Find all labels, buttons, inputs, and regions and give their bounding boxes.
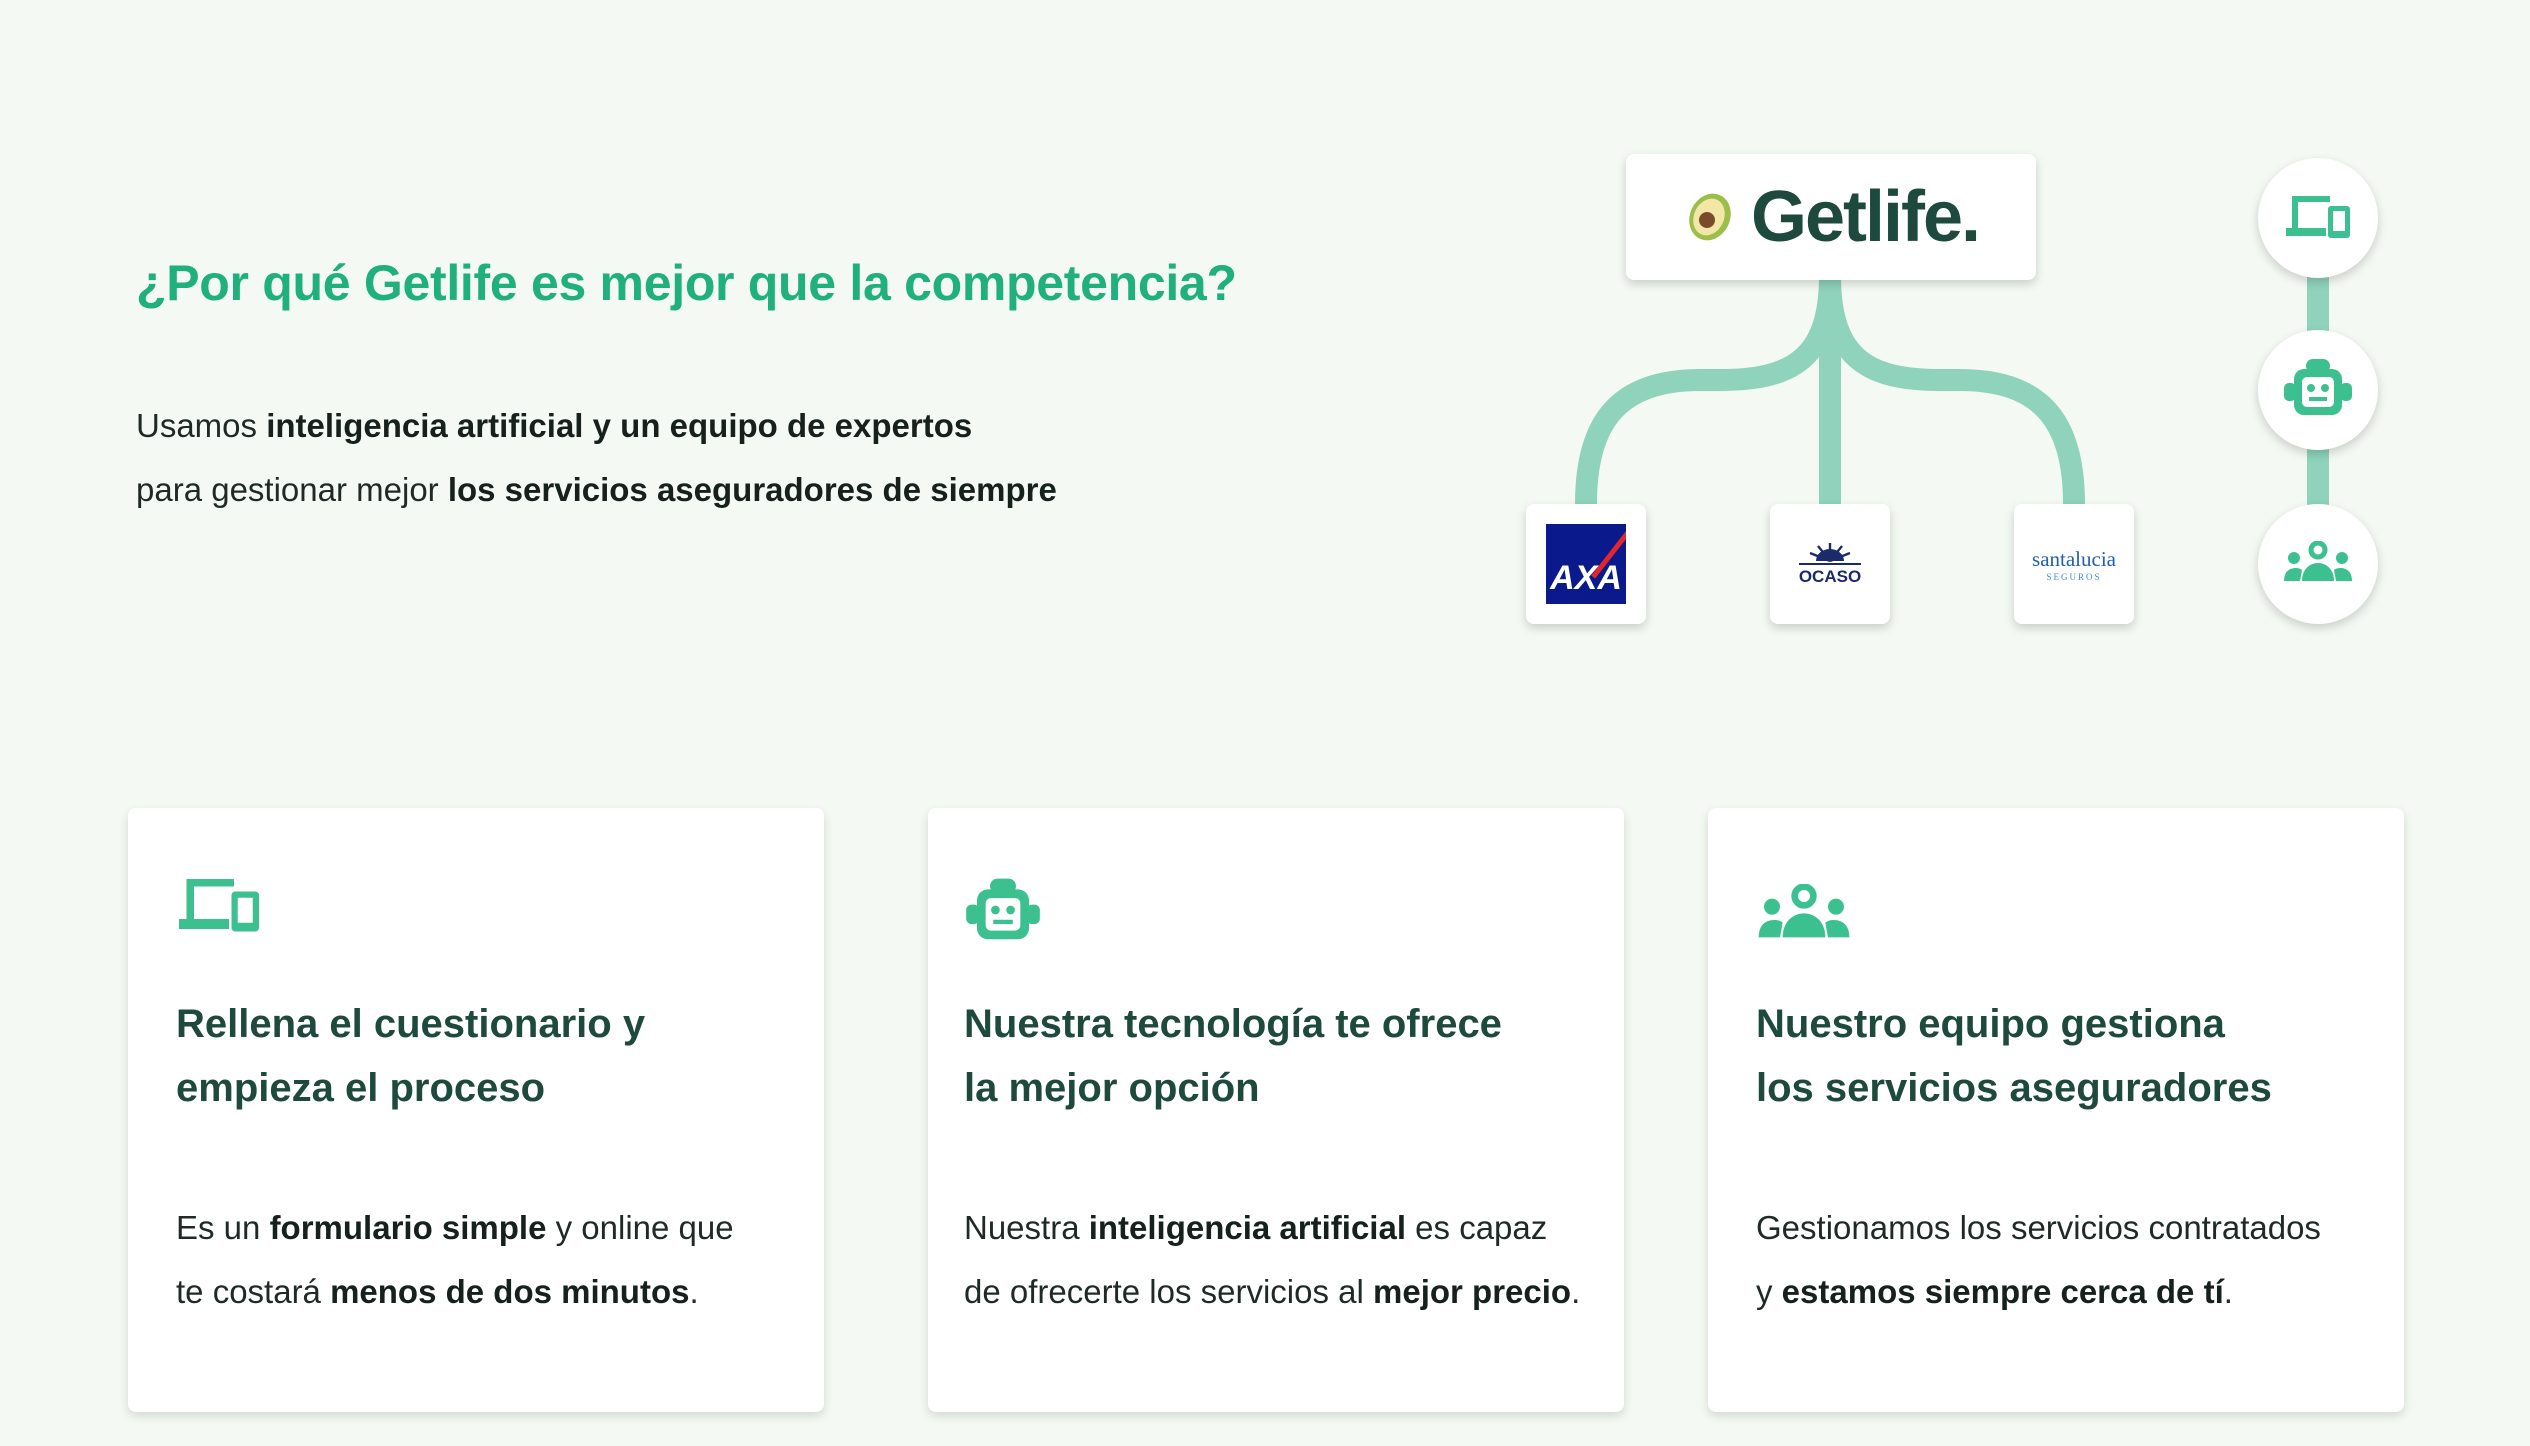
connector-santalucia (1819, 275, 2085, 505)
card-title: Rellena el cuestionario y empieza el pro… (176, 1002, 646, 1110)
axa-logo: AXA (1546, 524, 1626, 604)
card-title: Nuestra tecnología te ofrece la mejor op… (964, 1002, 1502, 1110)
team-icon (1756, 883, 1852, 945)
robot-icon (964, 876, 1042, 949)
connector-axa (1575, 275, 1841, 505)
ocaso-logo: OCASO (1798, 541, 1862, 587)
getlife-logo: Getlife. (1626, 154, 2036, 280)
feature-card-questionnaire: Rellena el cuestionario y empieza el pro… (128, 808, 824, 1412)
card-title: Nuestro equipo gestiona los servicios as… (1756, 1002, 2272, 1110)
connector-lines (1575, 270, 2329, 520)
page: ¿Por qué Getlife es mejor que la compete… (0, 0, 2530, 1446)
feature-card-team: Nuestro equipo gestiona los servicios as… (1708, 808, 2404, 1412)
feature-card-technology: Nuestra tecnología te ofrece la mejor op… (928, 808, 1624, 1412)
insurer-axa: AXA (1526, 504, 1646, 624)
step-robot (2258, 330, 2378, 450)
card-description: Nuestra inteligencia artificial es capaz… (964, 1209, 1581, 1310)
insurer-santalucia: santalucia SEGUROS (2014, 504, 2134, 624)
robot-icon (2282, 357, 2354, 424)
card-description: Es un formulario simple y online que te … (176, 1209, 734, 1310)
insurer-ocaso: OCASO (1770, 504, 1890, 624)
comparison-diagram: Getlife. AXA OCASO santalucia SEGUROS (0, 0, 2530, 700)
step-devices (2258, 158, 2378, 278)
sun-icon (1809, 543, 1851, 563)
devices-icon (176, 874, 262, 939)
brand-name: Getlife. (1750, 177, 1981, 257)
team-icon (2282, 540, 2354, 588)
devices-icon (2284, 192, 2352, 245)
step-team (2258, 504, 2378, 624)
card-description: Gestionamos los servicios contratados y … (1756, 1209, 2321, 1310)
avocado-icon (1683, 187, 1737, 248)
santalucia-logo: santalucia SEGUROS (2032, 546, 2116, 582)
